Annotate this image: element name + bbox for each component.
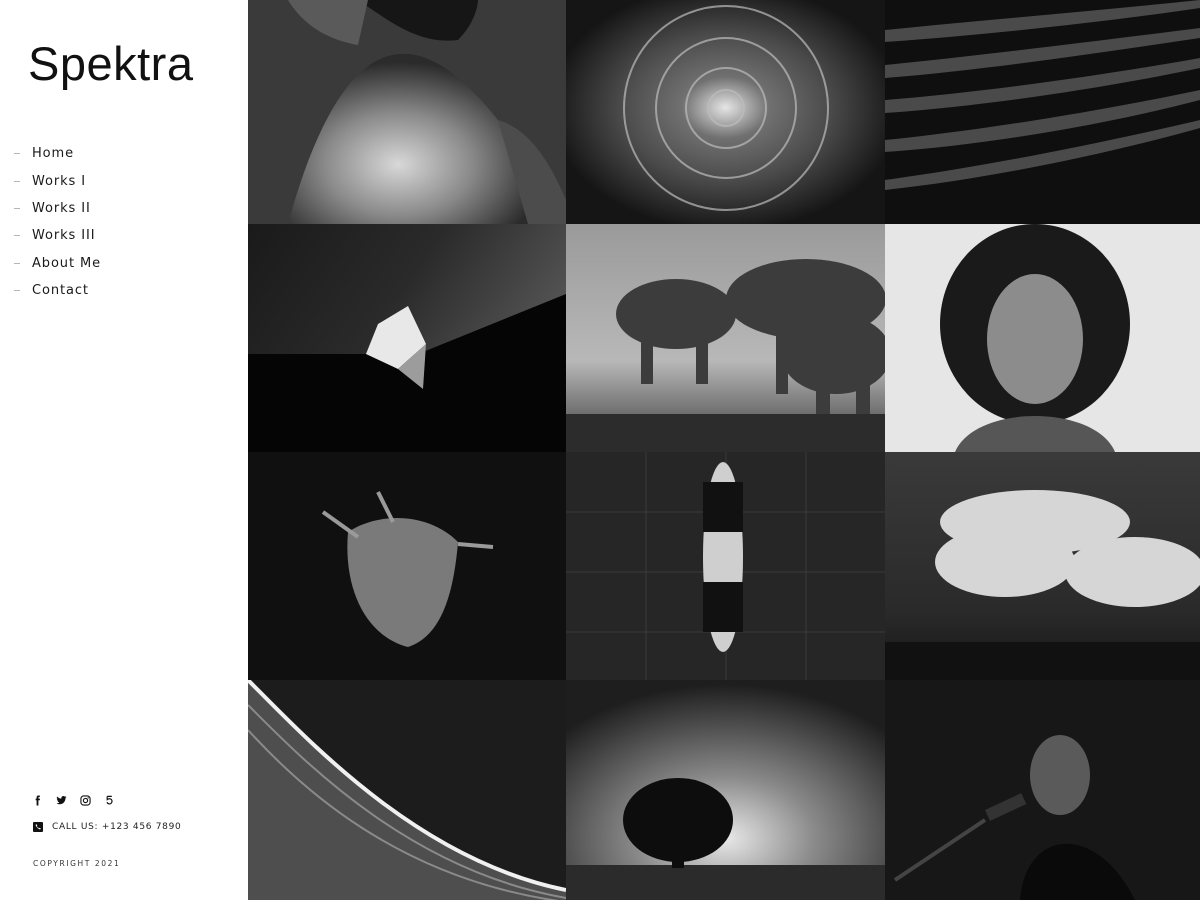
nav-item-works-2[interactable]: Works II [14, 195, 101, 222]
gallery-image-architecture-waves[interactable] [885, 0, 1200, 224]
gallery-image-origami-structure[interactable] [248, 224, 566, 452]
nav-label: Home [32, 146, 74, 162]
twitter-icon[interactable] [56, 795, 67, 806]
nav-item-about[interactable]: About Me [14, 250, 101, 277]
nav-item-home[interactable]: Home [14, 140, 101, 167]
gallery-image-curved-building[interactable] [248, 680, 566, 900]
nav-label: About Me [32, 255, 101, 271]
nav-item-works-1[interactable]: Works I [14, 167, 101, 194]
nav-label: Works I [32, 173, 86, 189]
nav-dash [14, 153, 20, 155]
sidebar: Spektra Home Works I Works II Works III … [0, 0, 248, 900]
call-us-text: CALL US: +123 456 7890 [52, 822, 182, 832]
gallery-image-woman-back[interactable] [248, 0, 566, 224]
nav-dash [14, 262, 20, 264]
instagram-icon[interactable] [80, 795, 91, 806]
nav-label: Works III [32, 228, 96, 244]
social-links [32, 795, 115, 806]
gallery-image-wilted-flower[interactable] [248, 452, 566, 680]
nav-dash [14, 235, 20, 237]
nav-item-contact[interactable]: Contact [14, 277, 101, 304]
call-us[interactable]: CALL US: +123 456 7890 [33, 822, 181, 832]
nav-dash [14, 207, 20, 209]
nav-dash [14, 290, 20, 292]
nav-dash [14, 180, 20, 182]
photo-gallery [248, 0, 1200, 900]
gallery-image-portrait-curly-hair[interactable] [885, 224, 1200, 452]
nav-label: Works II [32, 200, 91, 216]
phone-icon [33, 822, 43, 832]
copyright: COPYRIGHT 2021 [33, 859, 121, 868]
gallery-image-elephants[interactable] [566, 224, 885, 452]
gallery-image-clouds[interactable] [885, 452, 1200, 680]
nav-label: Contact [32, 283, 89, 299]
nav-item-works-3[interactable]: Works III [14, 222, 101, 249]
facebook-icon[interactable] [32, 795, 43, 806]
gallery-image-chrysanthemum[interactable] [566, 0, 885, 224]
gallery-image-lone-tree[interactable] [566, 680, 885, 900]
site-logo[interactable]: Spektra [28, 36, 193, 92]
main-nav: Home Works I Works II Works III About Me… [14, 140, 101, 304]
gallery-image-underwater-swimmer[interactable] [566, 452, 885, 680]
500px-icon[interactable] [104, 795, 115, 806]
gallery-image-singer-microphone[interactable] [885, 680, 1200, 900]
